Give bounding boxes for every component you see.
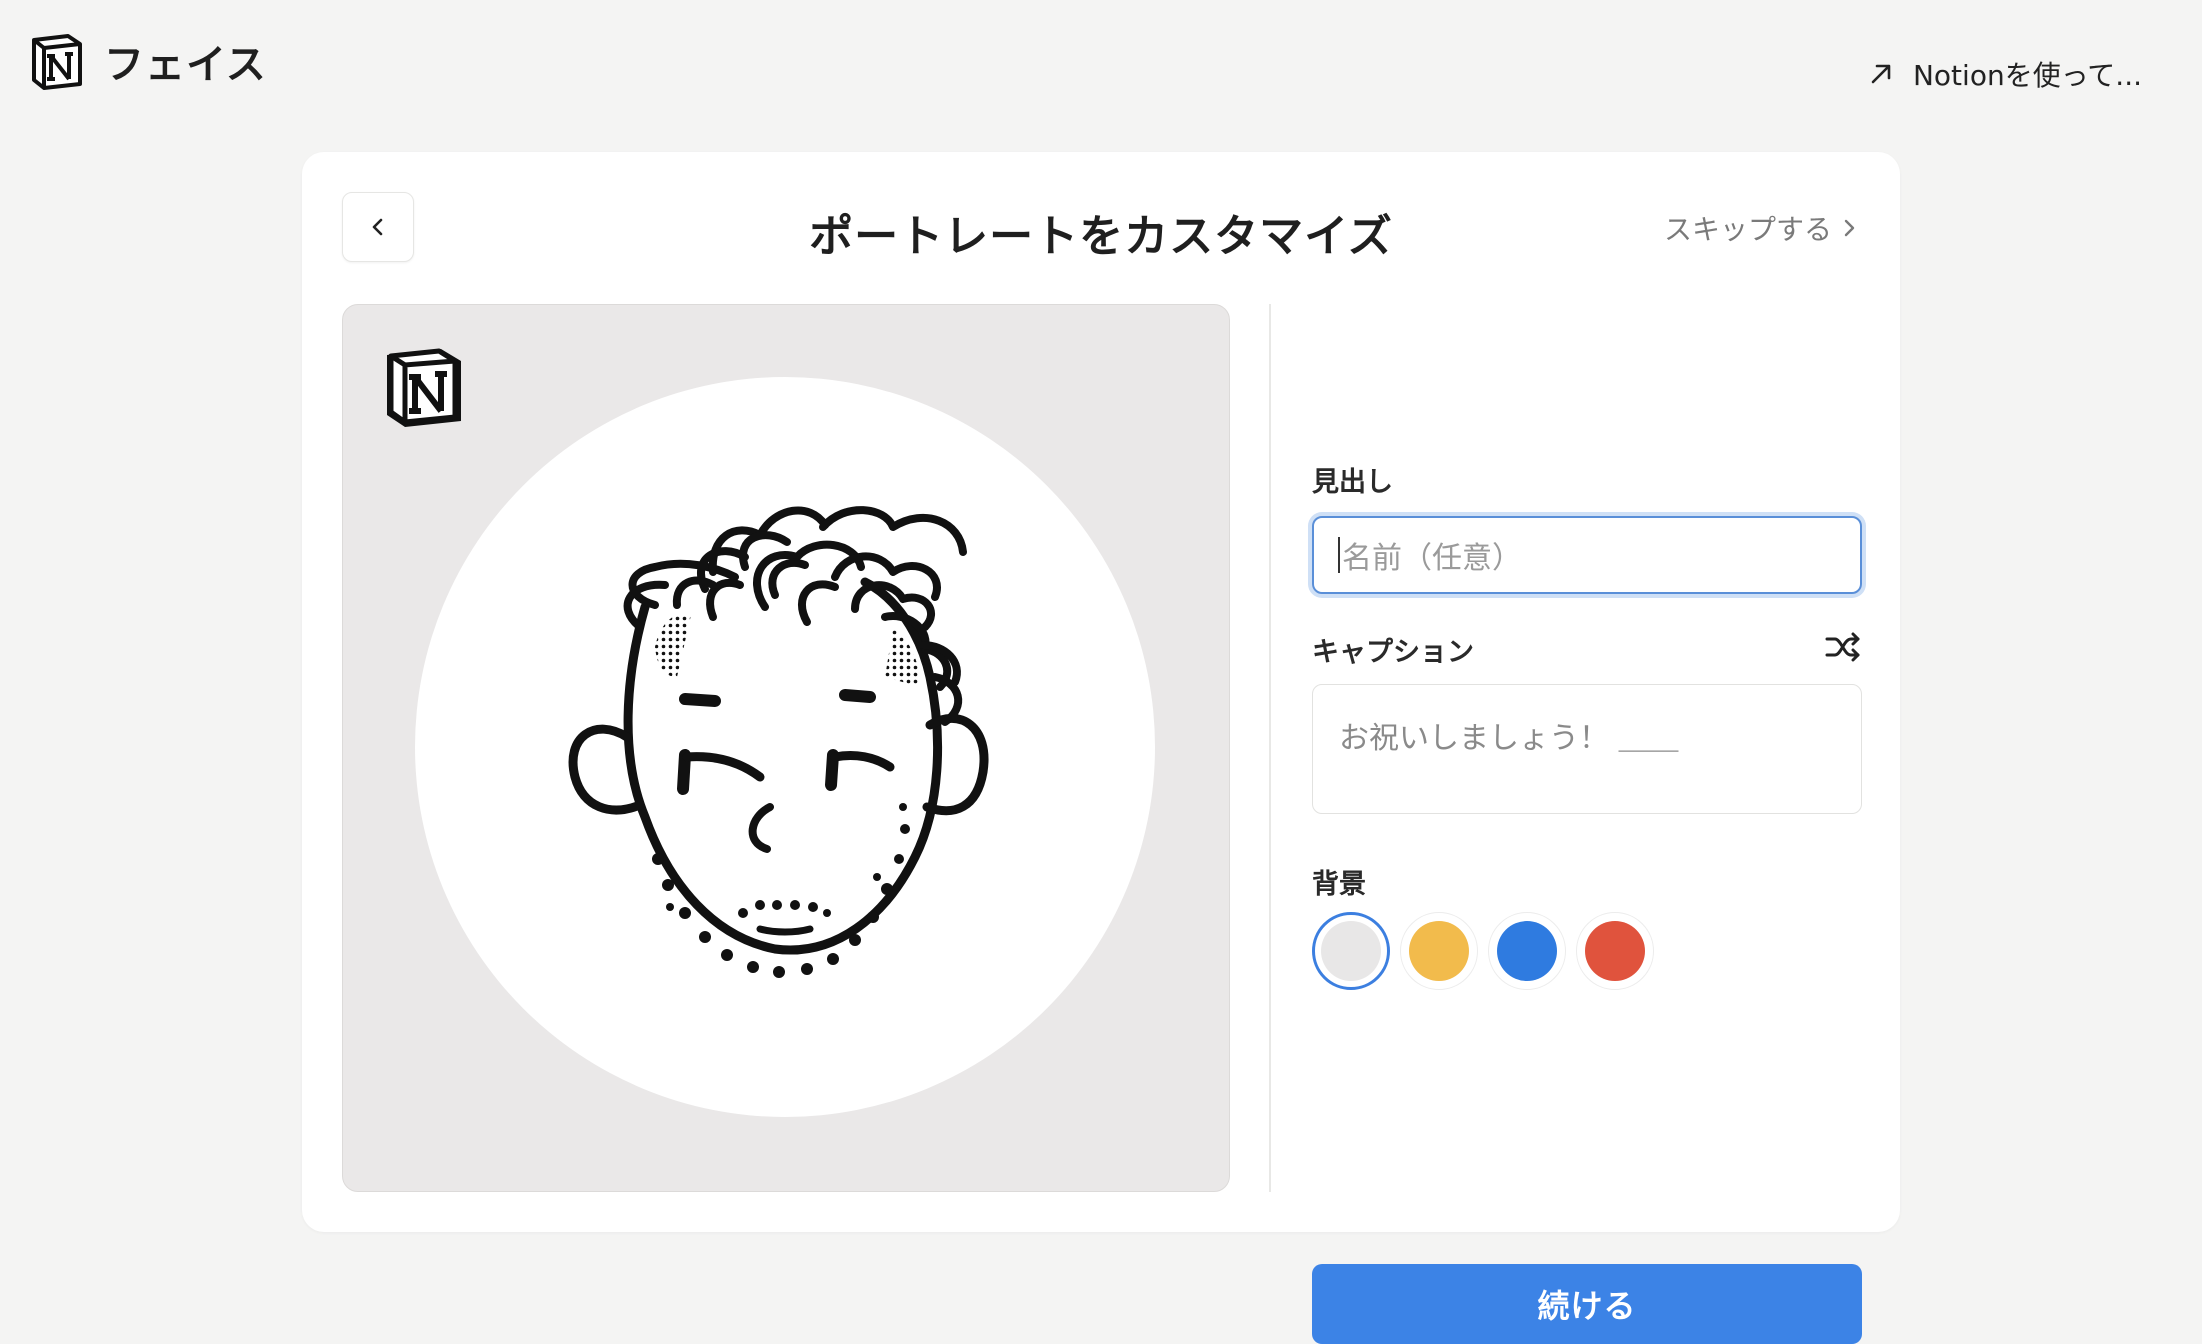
avatar-illustration — [568, 506, 989, 978]
portrait-preview — [342, 304, 1230, 1192]
notion-logo-icon — [28, 32, 86, 90]
skip-button[interactable]: スキップする — [1664, 208, 1860, 248]
continue-button[interactable]: 続ける — [1312, 1264, 1862, 1344]
background-swatches — [1312, 912, 1654, 990]
background-label: 背景 — [1312, 869, 1366, 900]
swatch-yellow[interactable] — [1400, 912, 1478, 990]
portrait-circle — [415, 377, 1155, 1117]
customize-card: ポートレートをカスタマイズ スキップする 見出し 名前（任意） キャプション お… — [302, 152, 1900, 1344]
text-caret — [1338, 537, 1340, 573]
caption-label: キャプション — [1312, 637, 1474, 668]
swatch-red-fill — [1585, 921, 1645, 981]
swatch-yellow-fill — [1409, 921, 1469, 981]
caption-text: お祝いしましょう！ ＿＿ — [1339, 721, 1679, 756]
swatch-gray[interactable] — [1312, 912, 1390, 990]
skip-label: スキップする — [1663, 213, 1832, 246]
heading-placeholder: 名前（任意） — [1342, 541, 1522, 576]
brand-name: フェイス — [104, 42, 267, 88]
swatch-gray-fill — [1321, 921, 1381, 981]
swatch-blue[interactable] — [1488, 912, 1566, 990]
chevron-right-icon — [1844, 219, 1855, 237]
notion-link[interactable]: Notionを使って... — [1867, 54, 2142, 94]
caption-textarea[interactable]: お祝いしましょう！ ＿＿ — [1312, 684, 1862, 814]
swatch-red[interactable] — [1576, 912, 1654, 990]
heading-label: 見出し — [1312, 467, 1393, 498]
arrow-up-right-icon — [1871, 64, 1891, 84]
swatch-blue-fill — [1497, 921, 1557, 981]
app-logo-group[interactable]: フェイス — [28, 32, 267, 90]
notion-link-label: Notionを使って... — [1912, 59, 2142, 92]
column-divider — [1269, 304, 1271, 1192]
shuffle-icon[interactable] — [1824, 630, 1862, 664]
page-title: ポートレートをカスタマイズ — [809, 211, 1393, 262]
heading-input[interactable]: 名前（任意） — [1312, 516, 1862, 594]
